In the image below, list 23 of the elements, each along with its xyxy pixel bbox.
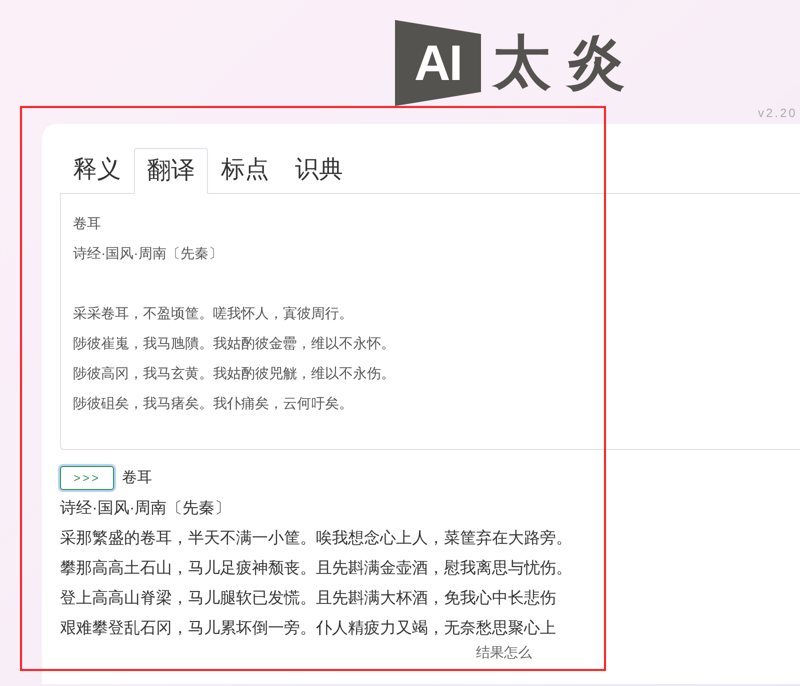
footer-text: 结果怎么 xyxy=(476,643,532,662)
result-line: 采那繁盛的卷耳，半天不满一小筐。唉我想念心上人，菜筐弃在大路旁。 xyxy=(60,528,573,549)
result-title: 卷耳 xyxy=(122,468,152,488)
logo-name: 太 炎 xyxy=(492,34,626,92)
text-line: 采采卷耳，不盈顷筐。嗟我怀人，寘彼周行。 xyxy=(73,304,354,323)
text-line: 陟彼砠矣，我马瘏矣。我仆痡矣，云何吁矣。 xyxy=(73,394,354,413)
result-line: 攀那高高土石山，马儿足疲神颓丧。且先斟满金壶酒，慰我离思与忧伤。 xyxy=(60,558,573,579)
text-area[interactable]: 卷耳 诗经·国风·周南〔先秦〕 采采卷耳，不盈顷筐。嗟我怀人，寘彼周行。 陟彼崔嵬，我马虺隤。我姑酌彼金罍，维以不永怀。 陟彼高冈，我马玄黄。我姑酌彼兕觥，维以不永伤。 陟彼砠矣，我马瘏矣。我仆痡矣，云何吁矣。 xyxy=(60,194,800,450)
version-text: v2.20 xyxy=(758,105,798,122)
translate-button[interactable]: >>> xyxy=(60,466,114,490)
result-line: 艰难攀登乱石冈，马儿累坏倒一旁。仆人精疲力又竭，无奈愁思聚心上 xyxy=(60,618,557,639)
tab[interactable]: 翻译 xyxy=(134,148,208,194)
tab[interactable]: 识典 xyxy=(282,147,356,193)
logo-mark: AI xyxy=(414,38,462,88)
result-line: 登上高高山脊梁，马儿腿软已发慌。且先斟满大杯酒，免我心中长悲伤 xyxy=(60,588,557,609)
text-line: 陟彼崔嵬，我马虺隤。我姑酌彼金罍，维以不永怀。 xyxy=(73,334,396,353)
tab[interactable]: 标点 xyxy=(208,147,282,193)
text-line: 卷耳 xyxy=(73,214,102,233)
logo-trapezoid-icon xyxy=(394,20,481,106)
text-line: 诗经·国风·周南〔先秦〕 xyxy=(73,244,224,263)
result-line: 诗经·国风·周南〔先秦〕 xyxy=(60,498,232,519)
text-line: 陟彼高冈，我马玄黄。我姑酌彼兕觥，维以不永伤。 xyxy=(73,364,396,383)
tab[interactable]: 释义 xyxy=(60,147,134,193)
